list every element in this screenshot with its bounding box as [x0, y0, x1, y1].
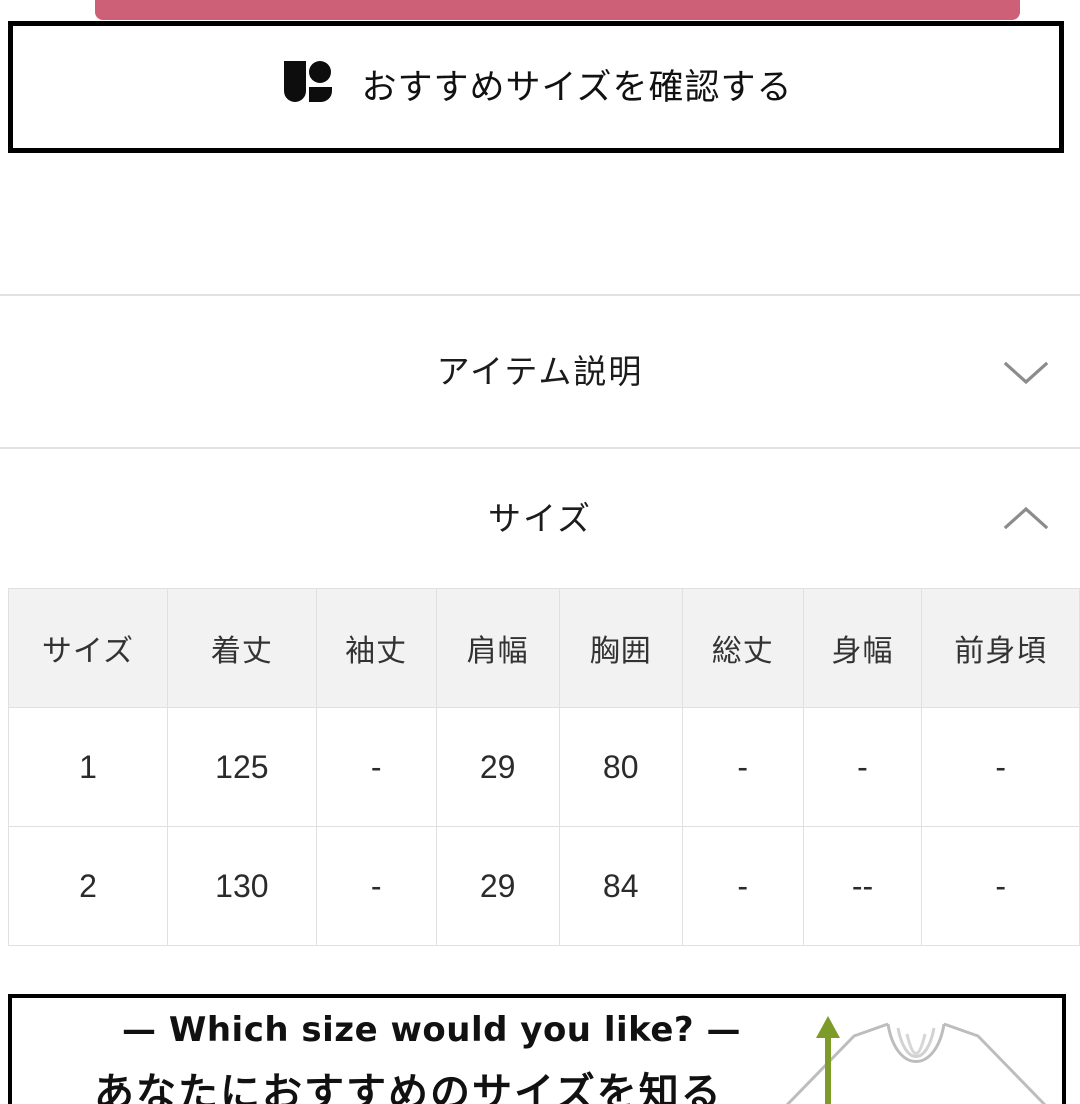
size-recommendation-button[interactable]: おすすめサイズを確認する — [8, 21, 1064, 153]
promo-english-heading: — Which size would you like? — — [122, 1010, 741, 1050]
table-cell: - — [316, 708, 436, 827]
table-header-cell: 前身頃 — [922, 589, 1080, 708]
table-header-cell: 袖丈 — [316, 589, 436, 708]
size-recommendation-label: おすすめサイズを確認する — [362, 70, 793, 105]
table-cell: 29 — [436, 708, 559, 827]
table-cell: - — [803, 708, 922, 827]
chevron-up-icon[interactable] — [1000, 503, 1052, 535]
size-guide-promo-banner[interactable]: — Which size would you like? — あなたにおすすめの… — [8, 994, 1066, 1104]
accordion-size[interactable]: サイズ — [0, 449, 1080, 588]
table-cell: 1 — [9, 708, 168, 827]
size-table-scroll-container[interactable]: サイズ 着丈 袖丈 肩幅 胸囲 総丈 身幅 前身頃 後身頃 1 125 - 29… — [8, 588, 1080, 948]
table-cell: - — [682, 827, 803, 946]
table-cell: - — [922, 708, 1080, 827]
table-cell: 125 — [167, 708, 316, 827]
table-header-row: サイズ 着丈 袖丈 肩幅 胸囲 総丈 身幅 前身頃 後身頃 — [9, 589, 1080, 708]
table-header-cell: 胸囲 — [559, 589, 682, 708]
table-row: 2 130 - 29 84 - -- - -- — [9, 827, 1080, 946]
chevron-down-icon[interactable] — [1000, 356, 1052, 388]
table-header-cell: 着丈 — [167, 589, 316, 708]
promo-japanese-heading: あなたにおすすめのサイズを知る — [94, 1060, 723, 1104]
accordion-item-description-label: アイテム説明 — [437, 355, 644, 388]
size-table: サイズ 着丈 袖丈 肩幅 胸囲 総丈 身幅 前身頃 後身頃 1 125 - 29… — [8, 588, 1080, 946]
table-cell: - — [922, 827, 1080, 946]
table-cell: - — [682, 708, 803, 827]
table-cell: 29 — [436, 827, 559, 946]
table-header-cell: 総丈 — [682, 589, 803, 708]
table-header-cell: 肩幅 — [436, 589, 559, 708]
table-cell: 2 — [9, 827, 168, 946]
unisize-logo-icon — [280, 59, 336, 115]
primary-cta-bar[interactable] — [95, 0, 1020, 20]
accordion-item-description[interactable]: アイテム説明 — [0, 294, 1080, 449]
table-cell: -- — [803, 827, 922, 946]
table-cell: 80 — [559, 708, 682, 827]
table-header-cell: 身幅 — [803, 589, 922, 708]
table-cell: 84 — [559, 827, 682, 946]
accordion-size-label: サイズ — [488, 502, 592, 535]
table-cell: - — [316, 827, 436, 946]
table-cell: 130 — [167, 827, 316, 946]
tshirt-measure-diagram — [776, 1002, 1056, 1104]
table-header-cell: サイズ — [9, 589, 168, 708]
table-row: 1 125 - 29 80 - - - - — [9, 708, 1080, 827]
